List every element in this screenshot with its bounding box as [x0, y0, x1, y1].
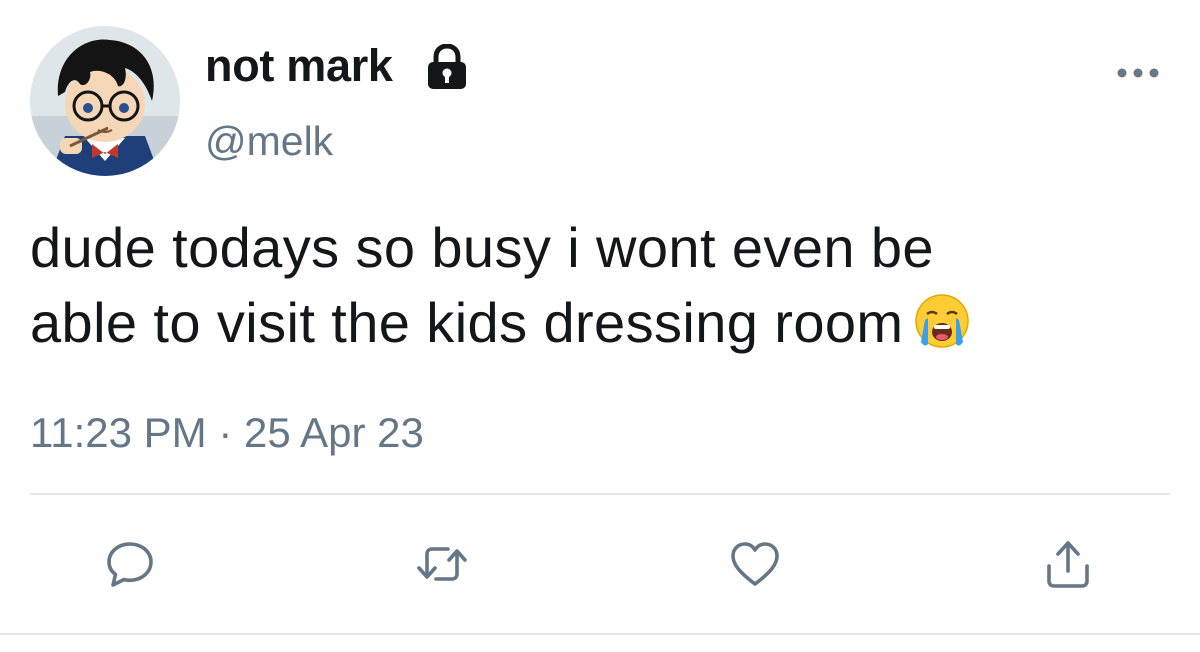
- heart-icon: [731, 542, 779, 586]
- loudly-crying-face-emoji-icon: [913, 292, 971, 350]
- reply-button[interactable]: [102, 536, 158, 592]
- anime-avatar-icon: [30, 26, 180, 176]
- tweet-text-line: able to visit the kids dressing room: [30, 291, 904, 354]
- lock-icon: [426, 43, 468, 90]
- divider: [30, 493, 1170, 495]
- share-icon: [1047, 541, 1089, 588]
- handle[interactable]: @melk: [205, 117, 333, 165]
- comment-icon: [107, 542, 153, 587]
- timestamp-separator: ·: [218, 409, 233, 456]
- divider: [0, 633, 1200, 635]
- share-button[interactable]: [1040, 536, 1096, 592]
- avatar[interactable]: [30, 26, 180, 176]
- tweet-text-line-2: able to visit the kids dressing room: [30, 285, 1170, 360]
- more-options-icon[interactable]: [1112, 58, 1164, 88]
- tweet-text-line: dude todays so busy i wont even be: [30, 216, 934, 279]
- timestamp[interactable]: 11:23 PM · 25 Apr 23: [30, 408, 424, 458]
- like-button[interactable]: [727, 536, 783, 592]
- retweet-button[interactable]: [414, 536, 470, 592]
- display-name[interactable]: not mark: [205, 40, 393, 92]
- tweet-date: 25 Apr 23: [244, 409, 424, 456]
- tweet-time: 11:23 PM: [30, 409, 207, 456]
- tweet-text: dude todays so busy i wont even be able …: [30, 210, 1170, 360]
- retweet-icon: [417, 547, 467, 581]
